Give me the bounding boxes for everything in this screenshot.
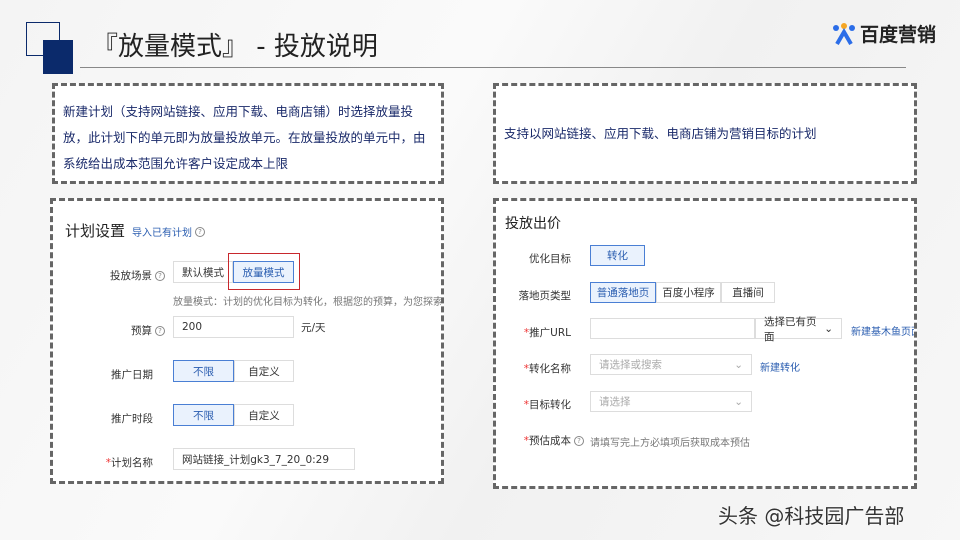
budget-unit: 元/天 <box>301 322 326 334</box>
import-plan-link[interactable]: 导入已有计划 <box>132 224 192 239</box>
budget-label: 预算? <box>65 323 165 338</box>
url-input[interactable] <box>590 318 755 339</box>
note-right-text: 支持以网站链接、应用下载、电商店铺为营销目标的计划 <box>504 125 817 141</box>
logo-text: 百度营销 <box>860 24 937 46</box>
url-page-select[interactable]: 选择已有页面 ⌄ <box>755 316 842 343</box>
time-label: 推广时段 <box>111 413 153 425</box>
conv-select[interactable]: 请选择或搜索 ⌄ <box>590 354 752 375</box>
goal-label: 优化目标 <box>529 253 571 265</box>
landing-live-button[interactable]: 直播间 <box>721 282 775 303</box>
chevron-down-icon: ⌄ <box>734 395 743 408</box>
plan-name-input[interactable]: 网站链接_计划gk3_7_20_0:29 <box>173 448 355 470</box>
time-custom-button[interactable]: 自定义 <box>234 404 294 426</box>
plan-settings-title: 计划设置 <box>65 222 126 240</box>
landing-label: 落地页类型 <box>518 290 572 302</box>
target-select[interactable]: 请选择 ⌄ <box>590 391 752 412</box>
decor-square-filled <box>43 40 73 74</box>
scene-label: 投放场景? <box>65 268 165 283</box>
help-icon[interactable]: ? <box>574 436 584 446</box>
bid-settings-panel: 投放出价 优化目标 转化 落地页类型 普通落地页 百度小程序 直播间 *推广UR… <box>493 198 917 489</box>
chevron-down-icon: ⌄ <box>824 322 833 335</box>
cost-hint: 请填写完上方必填项后获取成本预估 <box>590 438 750 449</box>
baidu-marketing-logo: 百度营销 <box>832 20 936 47</box>
help-icon[interactable]: ? <box>195 226 205 237</box>
plan-name-label: *计划名称 <box>105 457 153 469</box>
page-title: 『放量模式』 - 投放说明 <box>92 32 378 62</box>
note-box-right: 支持以网站链接、应用下载、电商店铺为营销目标的计划 <box>493 83 917 184</box>
chevron-down-icon: ⌄ <box>734 358 743 371</box>
note-box-left: 新建计划（支持网站链接、应用下载、电商店铺）时选择放量投放，此计划下的单元即为放… <box>52 83 444 184</box>
new-page-link[interactable]: 新建基木鱼页面 <box>851 323 914 338</box>
date-unlimited-button[interactable]: 不限 <box>173 360 234 382</box>
date-custom-button[interactable]: 自定义 <box>234 360 294 382</box>
plan-settings-panel: 计划设置 导入已有计划? 投放场景? 默认模式 放量模式 放量模式：计划的优化目… <box>50 198 444 484</box>
target-label: *目标转化 <box>523 399 571 411</box>
goal-conversion-button[interactable]: 转化 <box>590 245 645 266</box>
title-divider <box>80 67 906 68</box>
scene-hint: 放量模式：计划的优化目标为转化，根据您的预算，为您探索尽 <box>173 297 444 308</box>
logo-icon <box>833 22 855 45</box>
scene-default-button[interactable]: 默认模式 <box>173 261 233 283</box>
landing-miniprogram-button[interactable]: 百度小程序 <box>656 282 721 303</box>
highlight-box <box>228 253 300 290</box>
help-icon[interactable]: ? <box>155 271 165 281</box>
watermark: 头条 @科技园广告部 <box>718 504 905 528</box>
date-label: 推广日期 <box>111 369 153 381</box>
conv-label: *转化名称 <box>523 363 571 375</box>
budget-input[interactable]: 200 <box>173 316 294 338</box>
bid-title: 投放出价 <box>505 216 561 232</box>
url-label: *推广URL <box>523 327 571 339</box>
landing-normal-button[interactable]: 普通落地页 <box>590 282 656 303</box>
help-icon[interactable]: ? <box>155 326 165 336</box>
new-conversion-link[interactable]: 新建转化 <box>760 359 800 374</box>
cost-label: *预估成本? <box>496 433 584 448</box>
time-unlimited-button[interactable]: 不限 <box>173 404 234 426</box>
note-left-text: 新建计划（支持网站链接、应用下载、电商店铺）时选择放量投放，此计划下的单元即为放… <box>63 104 426 171</box>
